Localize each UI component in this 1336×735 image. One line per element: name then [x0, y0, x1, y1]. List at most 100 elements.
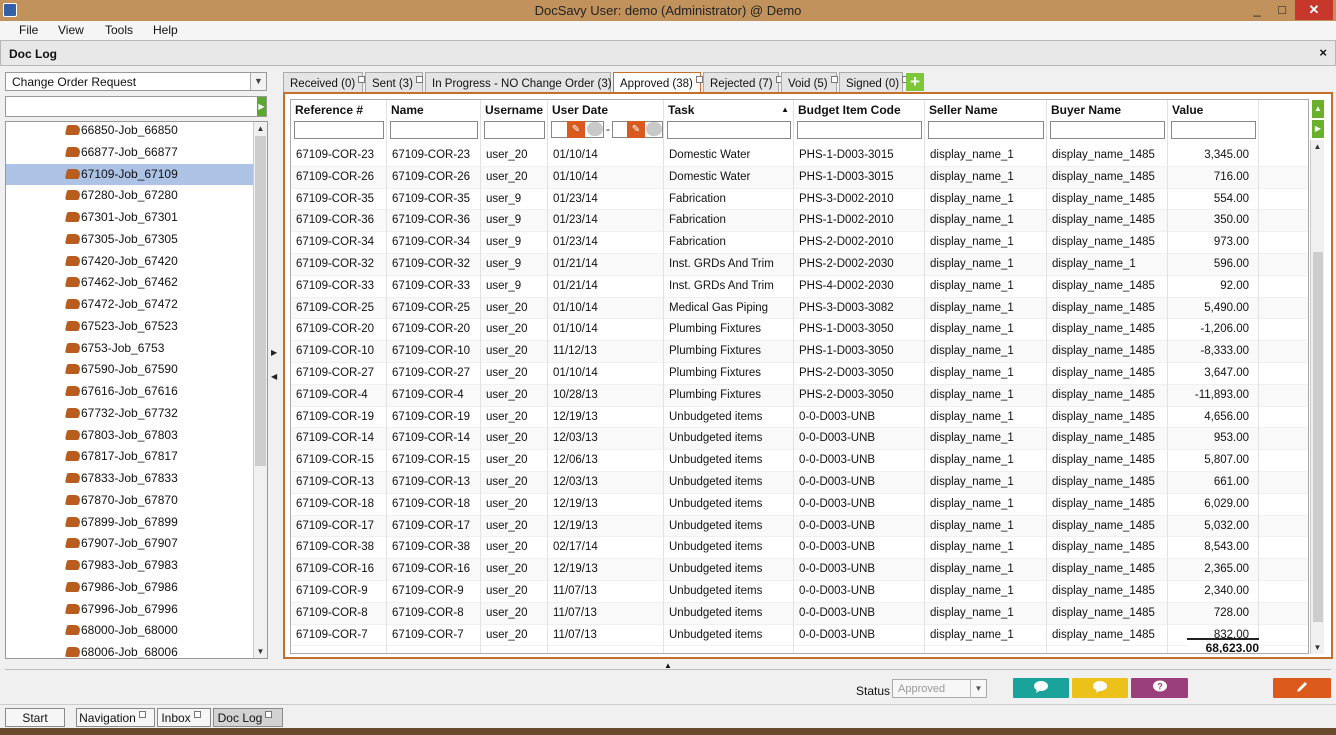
close-icon[interactable] [138, 711, 146, 718]
tree-item[interactable]: 67817-Job_67817 [6, 446, 254, 467]
column-header[interactable]: Seller Name [925, 100, 1047, 120]
tab[interactable]: Approved (38) [613, 72, 703, 94]
column-filter-input[interactable] [484, 121, 545, 139]
column-divider[interactable] [386, 100, 387, 653]
table-row[interactable]: 67109-COR-14 67109-COR-14 user_20 12/03/13 U… [291, 428, 1308, 451]
tab-close-icon[interactable] [830, 76, 838, 83]
tab-close-icon[interactable] [695, 76, 703, 83]
grid-scrollbar[interactable]: ▲ ▼ [1310, 140, 1324, 654]
column-divider[interactable] [1258, 100, 1259, 653]
column-header[interactable]: Budget Item Code [794, 100, 925, 120]
column-divider[interactable] [547, 100, 548, 653]
sort-asc-icon[interactable]: ▲ [781, 105, 789, 114]
column-divider[interactable] [1167, 100, 1168, 653]
panel-splitter[interactable]: ▶ ◀ [270, 72, 278, 660]
close-button[interactable]: ✕ [1295, 0, 1333, 20]
column-header[interactable]: Reference # [291, 100, 387, 120]
doc-type-select[interactable]: Change Order Request ▼ [5, 72, 267, 91]
chevron-down-icon[interactable]: ▼ [250, 73, 266, 90]
scroll-up-icon[interactable]: ▲ [1311, 140, 1324, 153]
table-row[interactable]: 67109-COR-25 67109-COR-25 user_20 01/10/14 M… [291, 297, 1308, 320]
column-divider[interactable] [480, 100, 481, 653]
column-divider[interactable] [663, 100, 664, 653]
table-row[interactable]: 67109-COR-16 67109-COR-16 user_20 12/19/13 U… [291, 559, 1308, 581]
table-row[interactable]: 67109-COR-9 67109-COR-9 user_20 11/07/13 Unb… [291, 581, 1308, 603]
chevron-down-icon[interactable]: ▼ [970, 680, 986, 697]
up-arrow-tool-icon[interactable]: ▲ [1312, 100, 1324, 118]
tree-item[interactable]: 67616-Job_67616 [6, 381, 254, 402]
scroll-down-icon[interactable]: ▼ [254, 645, 267, 658]
column-filter-input[interactable] [928, 121, 1044, 139]
table-row[interactable]: 67109-COR-33 67109-COR-33 user_9 01/21/14 In… [291, 276, 1308, 298]
collapse-left-icon[interactable]: ◀ [271, 372, 277, 381]
table-row[interactable]: 67109-COR-35 67109-COR-35 user_9 01/23/14 Fa… [291, 189, 1308, 211]
taskbar-doc-log[interactable]: Doc Log [213, 708, 283, 727]
taskbar-inbox[interactable]: Inbox [157, 708, 211, 727]
tab[interactable]: Rejected (7) [703, 72, 783, 92]
tab[interactable]: Sent (3) [365, 72, 423, 92]
table-row[interactable]: 67109-COR-38 67109-COR-38 user_20 02/17/14 U… [291, 537, 1308, 560]
table-row[interactable]: 67109-COR-20 67109-COR-20 user_20 01/10/14 P… [291, 319, 1308, 342]
date-range-filter[interactable]: ✎ - ✎ [551, 121, 663, 139]
scroll-down-icon[interactable]: ▼ [1311, 641, 1324, 654]
add-tab-button[interactable]: + [906, 73, 924, 91]
column-header[interactable]: User Date [548, 100, 664, 120]
edit-button[interactable] [1273, 678, 1331, 698]
column-header[interactable]: Name [387, 100, 481, 120]
menu-view[interactable]: View [58, 23, 84, 37]
tree-item[interactable]: 67996-Job_67996 [6, 599, 254, 620]
table-row[interactable]: 67109-COR-17 67109-COR-17 user_20 12/19/13 U… [291, 515, 1308, 538]
tree-item[interactable]: 66850-Job_66850 [6, 122, 254, 141]
scroll-thumb[interactable] [255, 136, 266, 466]
column-filter-input[interactable] [1171, 121, 1256, 139]
tree-item[interactable]: 67590-Job_67590 [6, 359, 254, 380]
arrow-right-icon[interactable]: ▶ [257, 97, 266, 116]
bottom-splitter[interactable]: ▲ [5, 661, 1331, 670]
tab[interactable]: In Progress - NO Change Order (3) [425, 72, 622, 92]
maximize-button[interactable]: □ [1268, 0, 1296, 20]
table-row[interactable]: 67109-COR-23 67109-COR-23 user_20 01/10/14 D… [291, 145, 1308, 167]
tree-search-input[interactable]: ▶ [5, 96, 267, 117]
edit-icon[interactable]: ✎ [567, 121, 585, 138]
tab[interactable]: Signed (0) [839, 72, 910, 92]
right-arrow-tool-icon[interactable]: ▶ [1312, 120, 1324, 138]
column-divider[interactable] [1046, 100, 1047, 653]
column-header[interactable]: Task ▲ [664, 100, 794, 120]
tab-close-icon[interactable] [415, 76, 423, 83]
tree-item[interactable]: 67870-Job_67870 [6, 490, 254, 511]
tree-item[interactable]: 67983-Job_67983 [6, 555, 254, 576]
column-header[interactable]: Buyer Name [1047, 100, 1168, 120]
tree-item[interactable]: 67301-Job_67301 [6, 207, 254, 228]
tree-item[interactable]: 67732-Job_67732 [6, 403, 254, 424]
tree-item[interactable]: 67462-Job_67462 [6, 272, 254, 293]
table-row[interactable]: 67109-COR-13 67109-COR-13 user_20 12/03/13 U… [291, 472, 1308, 494]
tab[interactable]: Received (0) [283, 72, 366, 92]
tree-item[interactable]: 66877-Job_66877 [6, 142, 254, 163]
table-row[interactable]: 67109-COR-19 67109-COR-19 user_20 12/19/13 U… [291, 407, 1308, 429]
eraser-icon[interactable] [587, 122, 603, 136]
column-divider[interactable] [924, 100, 925, 653]
close-icon[interactable] [265, 711, 273, 718]
tab[interactable]: Void (5) [781, 72, 838, 92]
table-row[interactable]: 67109-COR-27 67109-COR-27 user_20 01/10/14 P… [291, 363, 1308, 385]
tree-item[interactable]: 67109-Job_67109 [6, 163, 254, 185]
column-filter-input[interactable] [797, 121, 922, 139]
expand-up-icon[interactable]: ▲ [664, 661, 672, 670]
table-row[interactable]: 67109-COR-34 67109-COR-34 user_9 01/23/14 Fa… [291, 232, 1308, 254]
start-button[interactable]: Start [5, 708, 65, 727]
tree-item[interactable]: 67523-Job_67523 [6, 316, 254, 337]
table-row[interactable]: 67109-COR-8 67109-COR-8 user_20 11/07/13 Unb… [291, 602, 1308, 625]
tree-scrollbar[interactable]: ▲ ▼ [253, 122, 267, 658]
column-filter-input[interactable] [390, 121, 478, 139]
doc-log-close-button[interactable]: × [1319, 45, 1327, 60]
tree-item[interactable]: 67420-Job_67420 [6, 251, 254, 272]
table-row[interactable]: 67109-COR-36 67109-COR-36 user_9 01/23/14 Fa… [291, 210, 1308, 233]
tree-item[interactable]: 67472-Job_67472 [6, 294, 254, 315]
table-row[interactable]: 67109-COR-10 67109-COR-10 user_20 11/12/13 P… [291, 341, 1308, 363]
taskbar-navigation[interactable]: Navigation [76, 708, 155, 727]
menu-tools[interactable]: Tools [105, 23, 133, 37]
menu-file[interactable]: File [19, 23, 38, 37]
scroll-up-icon[interactable]: ▲ [254, 122, 267, 135]
edit-icon[interactable]: ✎ [627, 121, 645, 138]
column-filter-input[interactable] [667, 121, 791, 139]
